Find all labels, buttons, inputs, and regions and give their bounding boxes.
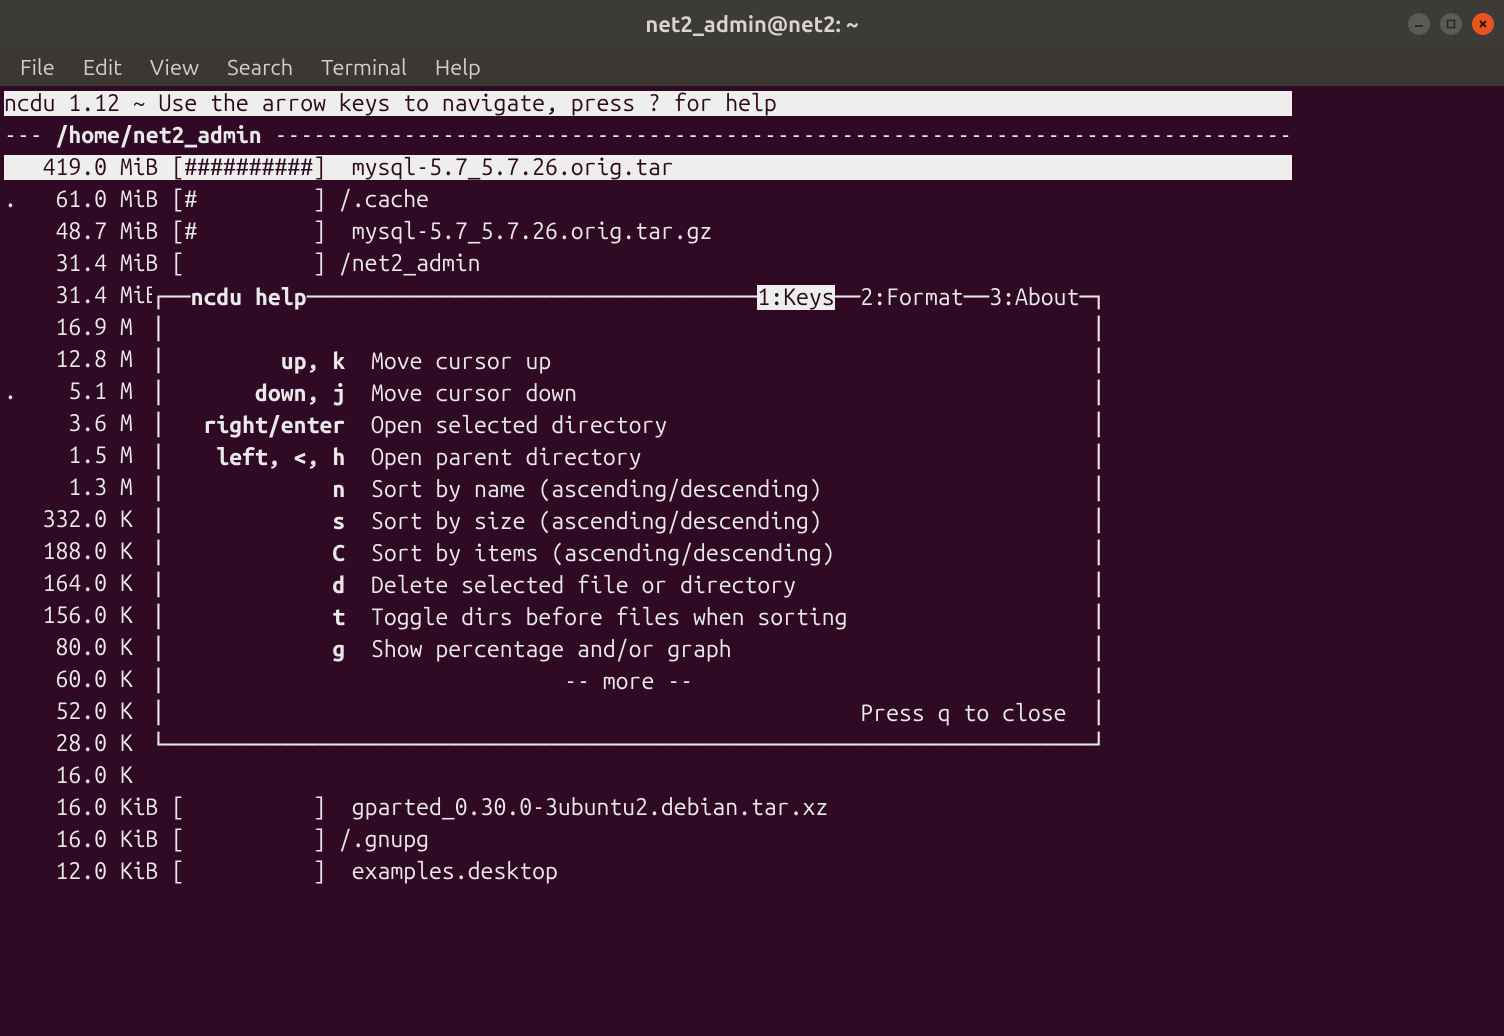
list-item[interactable]: 16.0 KiB [ ] gparted_0.30.0-3ubuntu2.deb… bbox=[4, 792, 1500, 824]
ncdu-path: --- /home/net2_admin -------------------… bbox=[4, 120, 1500, 152]
window-controls bbox=[1408, 13, 1494, 35]
terminal-viewport[interactable]: ncdu 1.12 ~ Use the arrow keys to naviga… bbox=[0, 86, 1504, 1036]
menu-edit[interactable]: Edit bbox=[69, 51, 136, 84]
help-row: │ │ bbox=[152, 314, 1152, 346]
help-key-row: │ d Delete selected file or directory │ bbox=[152, 570, 1152, 602]
close-icon bbox=[1478, 19, 1488, 29]
help-close-hint: │ Press q to close │ bbox=[152, 698, 1152, 730]
menu-terminal[interactable]: Terminal bbox=[307, 51, 421, 84]
list-item[interactable]: 12.0 KiB [ ] examples.desktop bbox=[4, 856, 1500, 888]
minimize-button[interactable] bbox=[1408, 13, 1430, 35]
help-key-row: │ up, k Move cursor up │ bbox=[152, 346, 1152, 378]
close-button[interactable] bbox=[1472, 13, 1494, 35]
list-item[interactable]: 48.7 MiB [# ] mysql-5.7_5.7.26.orig.tar.… bbox=[4, 216, 1500, 248]
menu-file[interactable]: File bbox=[6, 51, 69, 84]
help-top-border: ┌──ncdu help────────────────────────────… bbox=[152, 282, 1152, 314]
titlebar: net2_admin@net2: ~ bbox=[0, 0, 1504, 48]
list-item[interactable]: 16.0 KiB [ ] /.gnupg bbox=[4, 824, 1500, 856]
list-item[interactable]: 31.4 MiB [ ] /net2_admin bbox=[4, 248, 1500, 280]
menubar: File Edit View Search Terminal Help bbox=[0, 48, 1504, 86]
help-key-row: │ down, j Move cursor down │ bbox=[152, 378, 1152, 410]
ncdu-header: ncdu 1.12 ~ Use the arrow keys to naviga… bbox=[4, 88, 1500, 120]
help-key-row: │ C Sort by items (ascending/descending)… bbox=[152, 538, 1152, 570]
menu-view[interactable]: View bbox=[136, 51, 213, 84]
help-key-row: │ right/enter Open selected directory │ bbox=[152, 410, 1152, 442]
list-item[interactable]: . 61.0 MiB [# ] /.cache bbox=[4, 184, 1500, 216]
help-key-row: │ t Toggle dirs before files when sortin… bbox=[152, 602, 1152, 634]
help-key-row: │ g Show percentage and/or graph │ bbox=[152, 634, 1152, 666]
help-key-row: │ s Sort by size (ascending/descending) … bbox=[152, 506, 1152, 538]
maximize-icon bbox=[1446, 19, 1456, 29]
minimize-icon bbox=[1414, 19, 1424, 29]
menu-help[interactable]: Help bbox=[421, 51, 495, 84]
window-title: net2_admin@net2: ~ bbox=[645, 12, 858, 37]
help-more: │ -- more -- │ bbox=[152, 666, 1152, 698]
menu-search[interactable]: Search bbox=[213, 51, 307, 84]
list-item[interactable]: 419.0 MiB [##########] mysql-5.7_5.7.26.… bbox=[4, 152, 1500, 184]
help-dialog: ┌──ncdu help────────────────────────────… bbox=[152, 282, 1152, 738]
list-item[interactable]: 16.0 K bbox=[4, 760, 1500, 792]
maximize-button[interactable] bbox=[1440, 13, 1462, 35]
help-bottom-border: └───────────────────────────────────────… bbox=[152, 730, 1152, 762]
help-key-row: │ n Sort by name (ascending/descending) … bbox=[152, 474, 1152, 506]
terminal-window: net2_admin@net2: ~ File Edit View Search… bbox=[0, 0, 1504, 1036]
help-key-row: │ left, <, h Open parent directory │ bbox=[152, 442, 1152, 474]
